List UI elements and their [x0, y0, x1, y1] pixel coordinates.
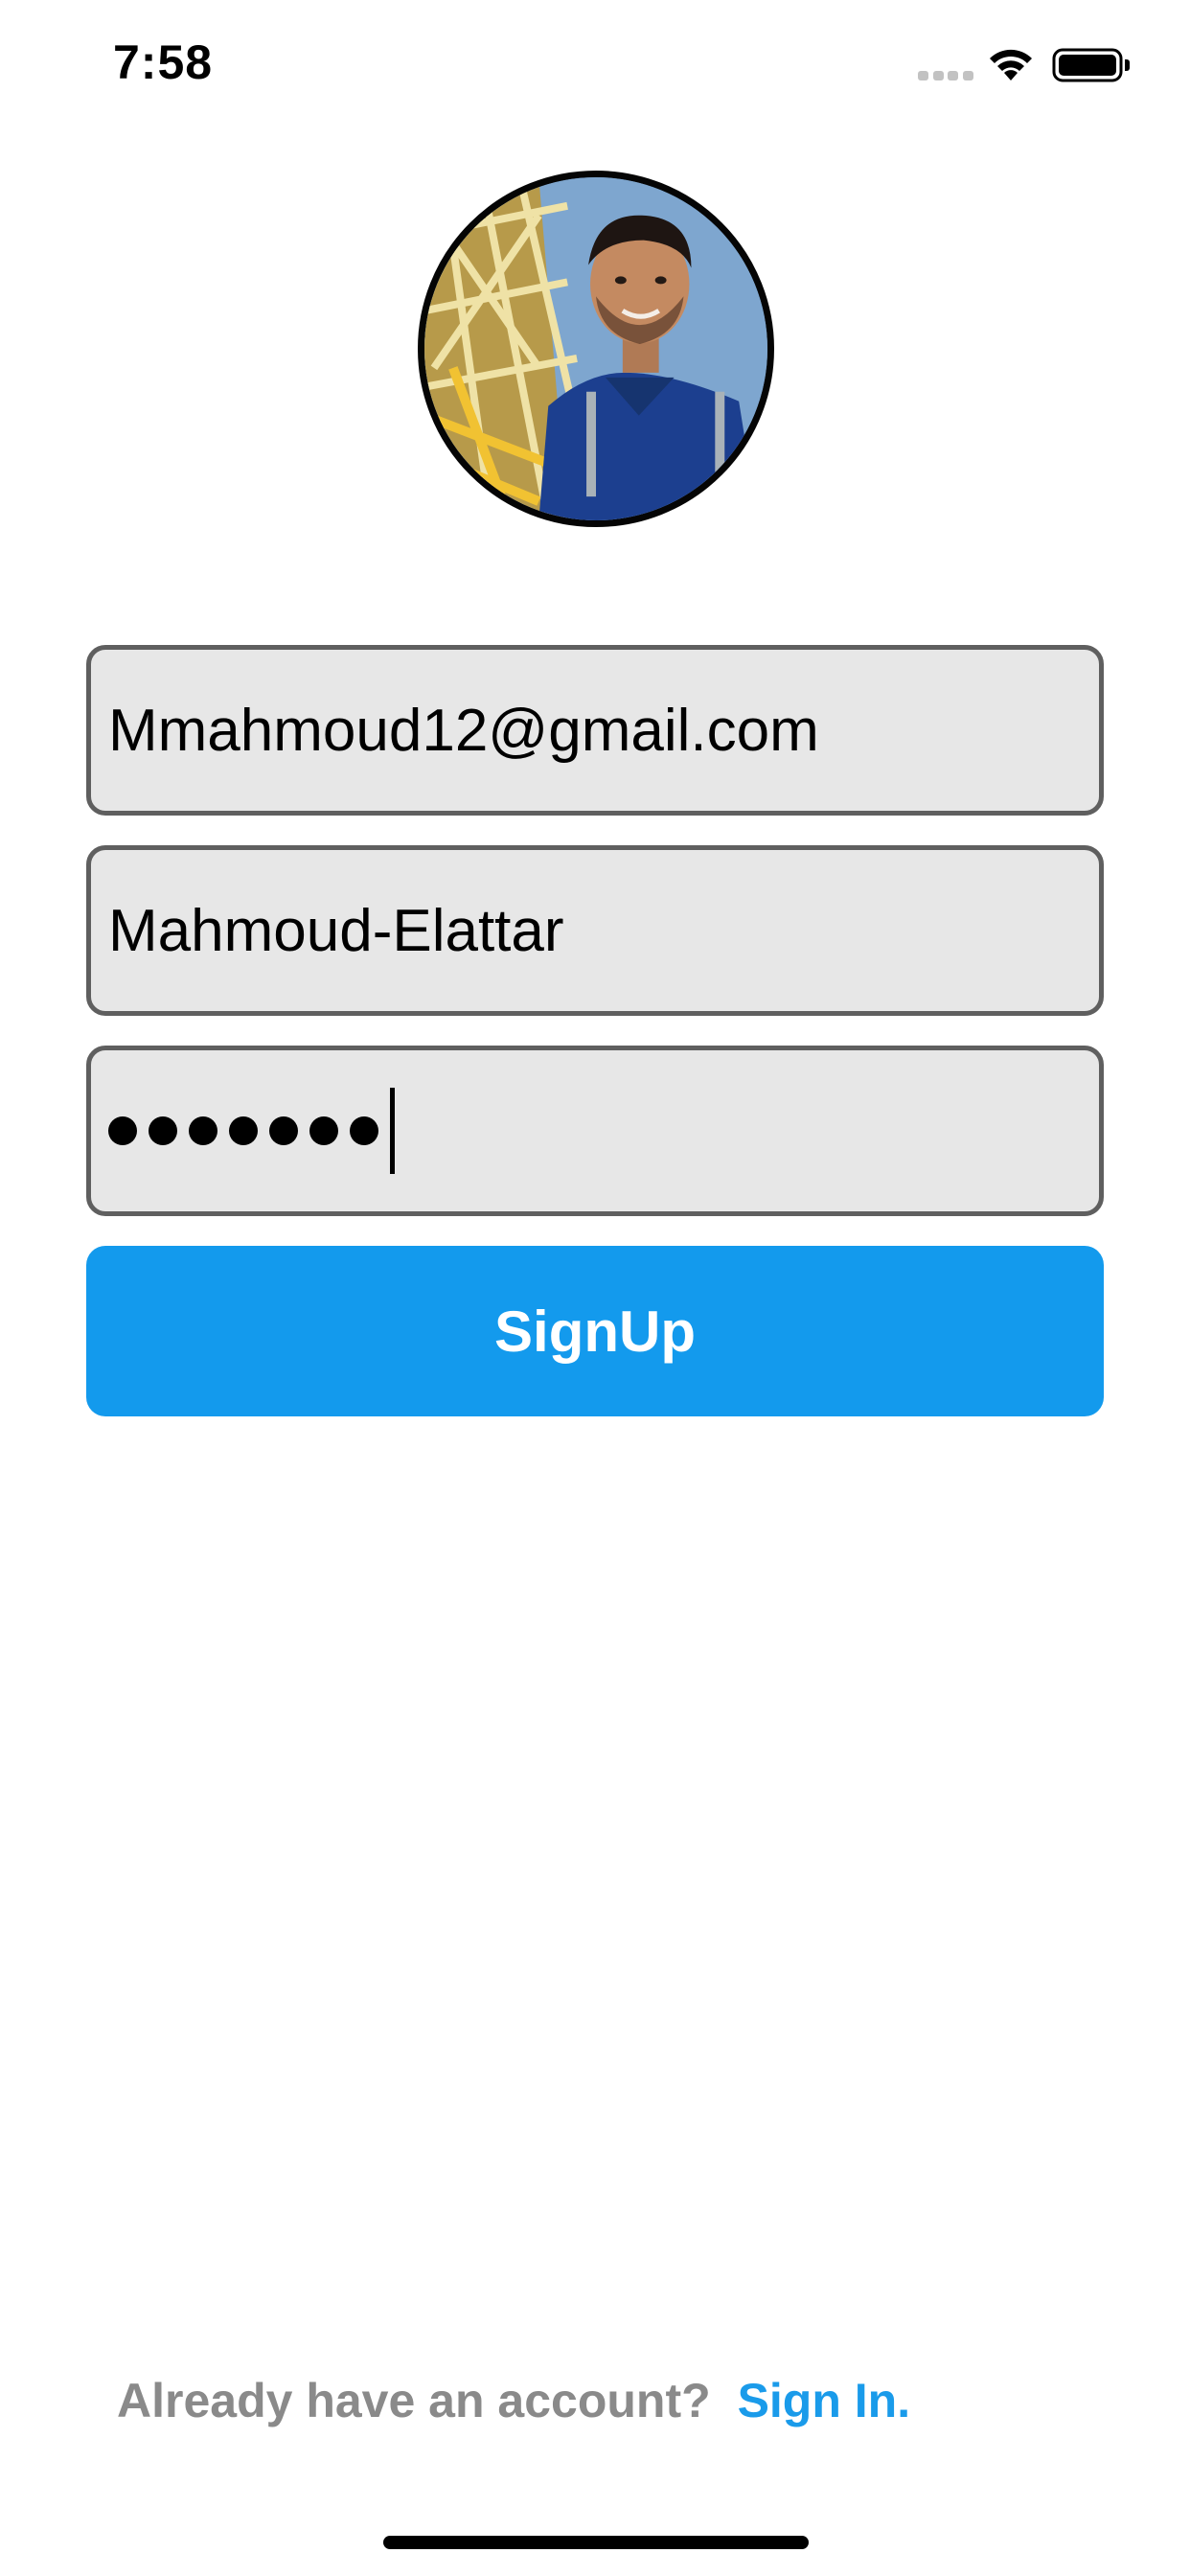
password-dot [108, 1116, 137, 1145]
username-field-value: Mahmoud-Elattar [108, 897, 564, 964]
status-bar: 7:58 [0, 0, 1190, 126]
password-dot [229, 1116, 258, 1145]
signup-button[interactable]: SignUp [86, 1246, 1104, 1416]
email-field[interactable]: Mmahmoud12@gmail.com [86, 645, 1104, 816]
home-indicator[interactable] [383, 2536, 809, 2549]
signin-link[interactable]: Sign In. [738, 2374, 911, 2427]
avatar[interactable] [418, 171, 774, 527]
profile-photo [424, 177, 767, 520]
password-mask [108, 1050, 390, 1211]
password-dot [309, 1116, 338, 1145]
text-cursor [390, 1088, 395, 1174]
email-field-value: Mmahmoud12@gmail.com [108, 697, 819, 764]
signin-prompt: Already have an account? Sign In. [117, 2373, 910, 2428]
password-dot [189, 1116, 217, 1145]
signal-dots-icon [918, 71, 973, 80]
password-field[interactable] [86, 1046, 1104, 1216]
battery-icon [1052, 48, 1130, 82]
wifi-icon [990, 49, 1032, 80]
password-dot [350, 1116, 378, 1145]
username-field[interactable]: Mahmoud-Elattar [86, 845, 1104, 1016]
password-dot [269, 1116, 298, 1145]
password-dot [149, 1116, 177, 1145]
status-time: 7:58 [113, 35, 214, 89]
signin-prompt-text: Already have an account? [117, 2374, 711, 2427]
